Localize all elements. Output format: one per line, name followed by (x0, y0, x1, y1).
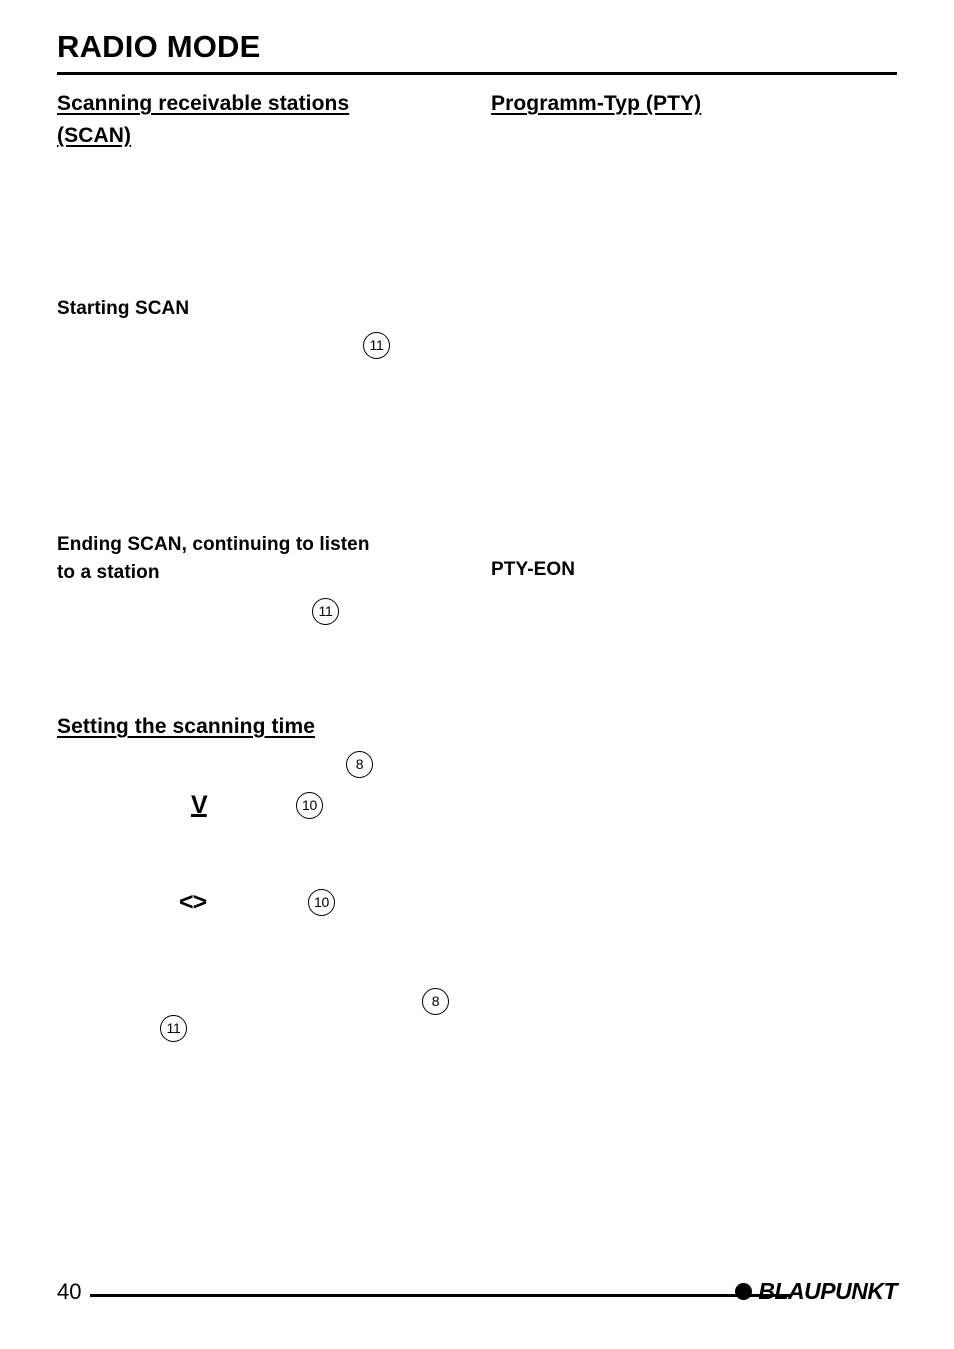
heading-line-1: Scanning receivable stations (57, 92, 350, 115)
heading-line-2: (SCAN) (57, 124, 132, 147)
reference-marker-8-confirm: 8 (422, 988, 449, 1015)
document-page: RADIO MODE Scanning receivable stations … (0, 0, 954, 1349)
reference-marker-11-starting-scan: 11 (363, 332, 390, 359)
subheading-ending-scan-line-1: Ending SCAN, continuing to listen (57, 534, 370, 555)
subheading-ending-scan: Ending SCAN, continuing to listen to a s… (57, 531, 457, 587)
page-footer: 40 BLAUPUNKT (57, 1278, 897, 1318)
reference-marker-11-exit: 11 (160, 1015, 187, 1042)
brand-logo: BLAUPUNKT (735, 1278, 897, 1304)
page-number: 40 (57, 1279, 82, 1304)
reference-marker-8-menu: 8 (346, 751, 373, 778)
reference-marker-10-down: 10 (296, 792, 323, 819)
subheading-starting-scan: Starting SCAN (57, 298, 190, 319)
subheading-ending-scan-line-2: to a station (57, 562, 160, 583)
filled-circle-icon (735, 1282, 753, 1300)
reference-marker-10-leftright: 10 (308, 889, 335, 916)
title-divider (57, 72, 897, 75)
subheading-pty-eon: PTY-EON (491, 559, 576, 580)
section-heading-setting-the-scanning-time: Setting the scanning time (57, 715, 316, 738)
page-title: RADIO MODE (57, 29, 261, 64)
brand-name: BLAUPUNKT (758, 1278, 897, 1304)
section-heading-scanning-receivable-stations: Scanning receivable stations (SCAN) (57, 88, 457, 152)
footer-divider (90, 1294, 792, 1297)
reference-marker-11-ending-scan: 11 (312, 598, 339, 625)
section-heading-programm-typ-pty: Programm-Typ (PTY) (491, 92, 702, 115)
left-right-arrow-button-glyph-icon: <> (179, 888, 207, 916)
down-arrow-button-glyph-icon: V (191, 791, 208, 819)
